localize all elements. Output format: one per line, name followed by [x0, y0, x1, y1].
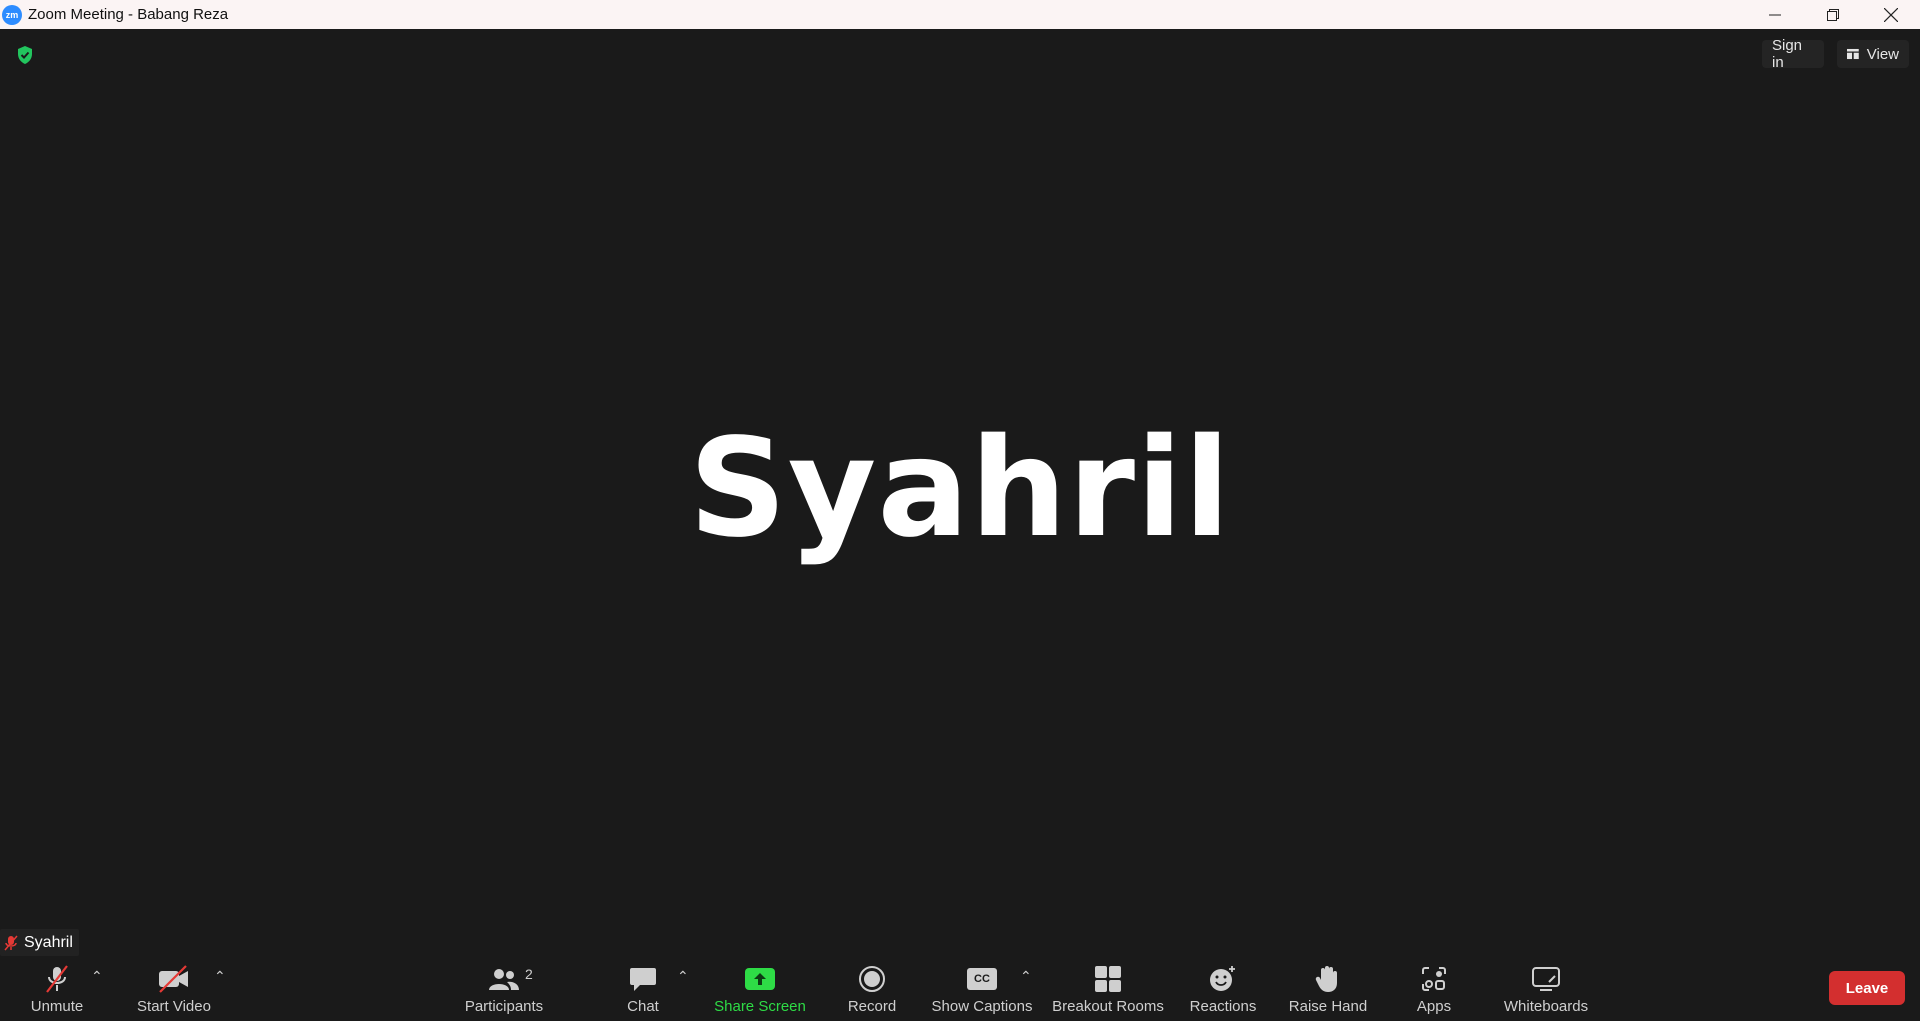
start-video-label: Start Video	[137, 998, 211, 1015]
captions-options-chevron-up-icon[interactable]: ⌃	[1020, 968, 1032, 985]
share-screen-label: Share Screen	[714, 998, 806, 1015]
video-off-icon	[159, 965, 188, 993]
whiteboards-button[interactable]: Whiteboards	[1500, 962, 1592, 1018]
view-label: View	[1866, 45, 1899, 63]
window-title: Zoom Meeting - Babang Reza	[28, 6, 229, 23]
participants-count: 2	[525, 966, 533, 982]
smiley-plus-icon	[1210, 966, 1235, 991]
whiteboard-icon	[1532, 967, 1560, 991]
apps-icon	[1422, 967, 1446, 991]
muted-mic-icon	[4, 935, 18, 950]
start-video-button[interactable]: Start Video	[134, 962, 214, 1018]
participants-label: Participants	[464, 998, 544, 1015]
encryption-shield-icon[interactable]	[14, 44, 36, 66]
share-screen-arrow-icon	[745, 968, 775, 990]
minimize-icon	[1769, 14, 1781, 15]
close-button[interactable]	[1862, 0, 1920, 29]
share-screen-button[interactable]: Share Screen	[712, 962, 808, 1018]
reactions-label: Reactions	[1189, 998, 1257, 1015]
view-button[interactable]: View	[1837, 40, 1909, 68]
record-label: Record	[847, 998, 897, 1015]
restore-icon	[1827, 8, 1839, 21]
chat-bubble-icon	[630, 968, 656, 991]
minimize-button[interactable]	[1746, 0, 1804, 29]
grid-view-icon	[1847, 48, 1859, 60]
window-controls	[1746, 0, 1920, 29]
record-button[interactable]: Record	[844, 962, 900, 1018]
window-titlebar: zm Zoom Meeting - Babang Reza	[0, 0, 1920, 29]
breakout-rooms-button[interactable]: Breakout Rooms	[1050, 962, 1166, 1018]
show-captions-label: Show Captions	[931, 998, 1033, 1015]
closed-captions-icon: CC	[967, 968, 997, 990]
zoom-app-icon: zm	[2, 4, 22, 25]
apps-label: Apps	[1416, 998, 1452, 1015]
record-icon	[859, 966, 885, 992]
unmute-button[interactable]: Unmute	[26, 962, 88, 1018]
raise-hand-label: Raise Hand	[1288, 998, 1368, 1015]
apps-button[interactable]: Apps	[1410, 962, 1458, 1018]
show-captions-button[interactable]: CC Show Captions	[930, 962, 1034, 1018]
chat-button[interactable]: Chat	[618, 962, 668, 1018]
meeting-toolbar: Unmute ⌃ Start Video ⌃ Participants 2 Ch…	[0, 956, 1920, 1021]
whiteboards-label: Whiteboards	[1503, 998, 1589, 1015]
restore-button[interactable]	[1804, 0, 1862, 29]
participant-name-tag: Syahril	[0, 929, 79, 956]
raise-hand-button[interactable]: Raise Hand	[1288, 962, 1368, 1018]
participant-display-name: Syahril	[688, 410, 1232, 568]
breakout-rooms-label: Breakout Rooms	[1052, 998, 1164, 1015]
chat-label: Chat	[627, 998, 659, 1015]
participants-icon	[489, 969, 519, 990]
leave-button[interactable]: Leave	[1829, 971, 1905, 1005]
video-options-chevron-up-icon[interactable]: ⌃	[214, 968, 226, 985]
muted-microphone-icon	[46, 965, 68, 993]
raised-hand-icon	[1315, 966, 1337, 992]
sign-in-button[interactable]: Sign in	[1762, 37, 1824, 71]
name-tag-label: Syahril	[24, 933, 73, 951]
chat-options-chevron-up-icon[interactable]: ⌃	[677, 968, 689, 985]
participants-button[interactable]: Participants	[462, 962, 546, 1018]
reactions-button[interactable]: Reactions	[1188, 962, 1258, 1018]
unmute-label: Unmute	[30, 998, 84, 1015]
breakout-rooms-grid-icon	[1095, 966, 1121, 992]
close-icon	[1884, 7, 1898, 22]
audio-options-chevron-up-icon[interactable]: ⌃	[91, 968, 103, 985]
